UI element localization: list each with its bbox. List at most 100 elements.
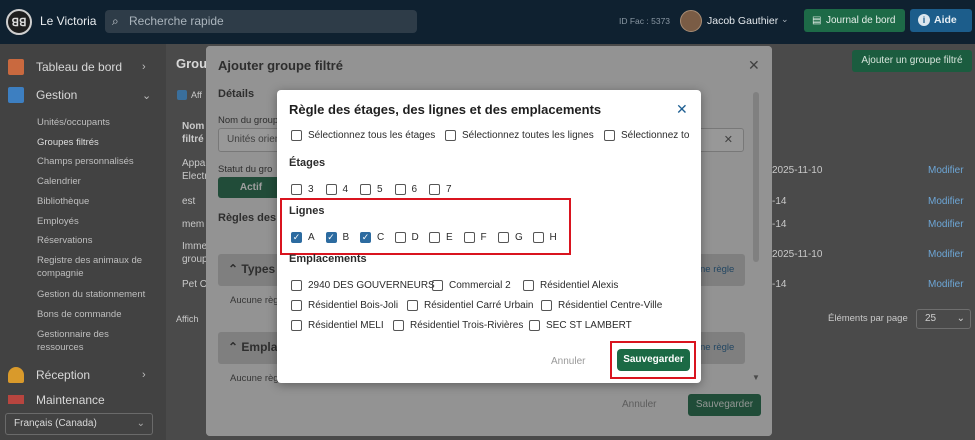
checkbox-icon[interactable] (604, 130, 615, 141)
emplacement-checkbox[interactable]: Résidentiel Bois-Joli (291, 300, 398, 311)
checkbox-icon[interactable] (432, 280, 443, 291)
journal-label: Journal de bord (826, 15, 896, 26)
highlight-box-save (610, 341, 696, 379)
modify-link[interactable]: Modifier (928, 249, 964, 260)
checkbox-icon[interactable] (407, 300, 418, 311)
sidebar-sub-item[interactable]: Groupes filtrés (37, 136, 157, 149)
bell-icon (8, 367, 24, 383)
table-row-name: Imme (182, 241, 207, 252)
sidebar-sub-item[interactable]: Unités/occupants (37, 116, 157, 129)
elements-per-page-select[interactable]: 25 ⌄ (916, 309, 971, 329)
sidebar-sub-item[interactable]: Employés (37, 215, 157, 228)
table-row-name: Pet O (182, 279, 208, 290)
table-row-date: -14 (772, 196, 787, 207)
select-all-checkbox[interactable]: Sélectionnez tous les étages (291, 130, 435, 141)
checkbox-icon[interactable] (360, 184, 371, 195)
etage-checkbox[interactable]: 4 (325, 184, 348, 195)
emplacement-checkbox[interactable]: Commercial 2 (432, 280, 511, 291)
table-row-name: Electr (182, 171, 208, 182)
etage-checkbox[interactable]: 3 (291, 184, 314, 195)
sidebar-sub-item[interactable]: Bibliothèque (37, 195, 157, 208)
checkbox-icon[interactable] (529, 320, 540, 331)
select-all-checkbox[interactable]: Sélectionnez tou (604, 130, 689, 141)
emplacement-checkbox[interactable]: Résidentiel MELI (291, 320, 384, 331)
modify-link[interactable]: Modifier (928, 165, 964, 176)
checkbox-icon[interactable] (291, 184, 302, 195)
avatar[interactable] (680, 10, 702, 32)
sidebar-sub-item[interactable]: Réservations (37, 234, 157, 247)
checkbox-label: Commercial 2 (449, 280, 511, 291)
sidebar-sub-item[interactable]: Champs personnalisés (37, 155, 157, 168)
checkbox-label: Résidentiel Carré Urbain (424, 300, 534, 311)
column-header-filtre: filtré (182, 134, 204, 145)
chevron-down-icon[interactable]: ⌄ (781, 14, 789, 25)
checkbox-icon[interactable] (291, 280, 302, 291)
sidebar-sub-item[interactable]: Registre des animaux de compagnie (37, 254, 157, 280)
checkbox-icon[interactable] (393, 320, 404, 331)
checkbox-label: Résidentiel Alexis (540, 280, 619, 291)
sidebar-item-gestion[interactable]: Gestion ⌄ (8, 87, 151, 103)
etage-checkbox[interactable]: 6 (394, 184, 417, 195)
modify-link[interactable]: Modifier (928, 196, 964, 207)
select-all-checkbox[interactable]: Sélectionnez toutes les lignes (445, 130, 594, 141)
checkbox-icon[interactable] (291, 320, 302, 331)
sidebar-item-maintenance[interactable]: Maintenance (8, 395, 105, 404)
table-row-name: Appa (182, 158, 206, 169)
select-all-row: Sélectionnez tous les étages Sélectionnez… (291, 130, 689, 144)
checkbox-icon[interactable] (429, 184, 440, 195)
user-name[interactable]: Jacob Gauthier (707, 15, 778, 27)
table-row-name: est (182, 196, 196, 207)
checkbox-icon[interactable] (541, 300, 552, 311)
emplacement-checkbox[interactable]: Résidentiel Centre-Ville (541, 300, 662, 311)
emplacement-checkbox[interactable]: Résidentiel Carré Urbain (407, 300, 534, 311)
help-button[interactable]: i Aide (910, 9, 972, 32)
help-label: Aide (934, 14, 957, 26)
table-row-date: -14 (772, 219, 787, 230)
cancel-button[interactable]: Annuler (551, 356, 585, 367)
search-input[interactable]: ⌕ Recherche rapide (105, 10, 417, 33)
emplacement-checkbox[interactable]: SEC ST LAMBERT (529, 320, 632, 331)
checkbox-icon[interactable] (291, 300, 302, 311)
checkbox-icon[interactable] (325, 184, 337, 195)
pagination-info: Affich (176, 314, 199, 324)
checkbox-label: Résidentiel Centre-Ville (558, 300, 663, 311)
sidebar-item-label: Maintenance (36, 395, 105, 404)
checkbox-icon[interactable] (394, 184, 406, 195)
sidebar-item-label: Gestion (36, 88, 78, 102)
column-header-nom: Nom (182, 121, 205, 132)
sidebar-sub-item[interactable]: Gestionnaire des ressources (37, 328, 157, 354)
chevron-down-icon: ⌄ (956, 313, 965, 324)
modify-link[interactable]: Modifier (928, 219, 964, 230)
journal-icon: ▤ (812, 15, 822, 26)
checkbox-icon[interactable] (445, 130, 456, 141)
chevron-down-icon: ⌄ (142, 89, 152, 102)
emplacement-checkbox[interactable]: 2940 DES GOUVERNEURS (291, 280, 435, 291)
checkbox-label: Résidentiel Bois-Joli (308, 300, 399, 311)
table-row-name: group (182, 254, 208, 265)
sidebar-sub-item[interactable]: Gestion du stationnement (37, 288, 157, 301)
add-group-button[interactable]: Ajouter un groupe filtré (852, 50, 972, 72)
modify-link[interactable]: Modifier (928, 279, 964, 290)
app-logo[interactable]: ꓭꓭ (6, 9, 32, 35)
highlight-box-lignes (280, 198, 571, 255)
close-icon[interactable]: ✕ (676, 101, 688, 118)
building-icon (8, 87, 24, 103)
checkbox-label: Sélectionnez toutes les lignes (462, 130, 594, 141)
checkbox-icon[interactable] (523, 280, 534, 291)
etage-checkbox[interactable]: 5 (360, 184, 383, 195)
etage-checkbox[interactable]: 7 (429, 184, 452, 195)
sidebar-sub-item[interactable]: Bons de commande (37, 308, 157, 321)
sidebar-sub-item[interactable]: Calendrier (37, 175, 157, 188)
emplacement-checkbox[interactable]: Résidentiel Alexis (523, 280, 618, 291)
sidebar-item-tableau-de-bord[interactable]: Tableau de bord › (8, 59, 146, 75)
journal-button[interactable]: ▤ Journal de bord (804, 9, 905, 32)
search-placeholder: Recherche rapide (129, 14, 224, 28)
chevron-down-icon: ⌄ (136, 418, 145, 429)
home-icon (8, 59, 24, 75)
checkbox-icon[interactable] (291, 130, 302, 141)
wrench-icon (8, 395, 24, 404)
emplacement-checkbox[interactable]: Résidentiel Trois-Rivières (393, 320, 523, 331)
display-checkbox[interactable] (177, 90, 187, 100)
sidebar-item-reception[interactable]: Réception › (8, 367, 146, 383)
language-select[interactable]: Français (Canada) ⌄ (5, 413, 153, 435)
